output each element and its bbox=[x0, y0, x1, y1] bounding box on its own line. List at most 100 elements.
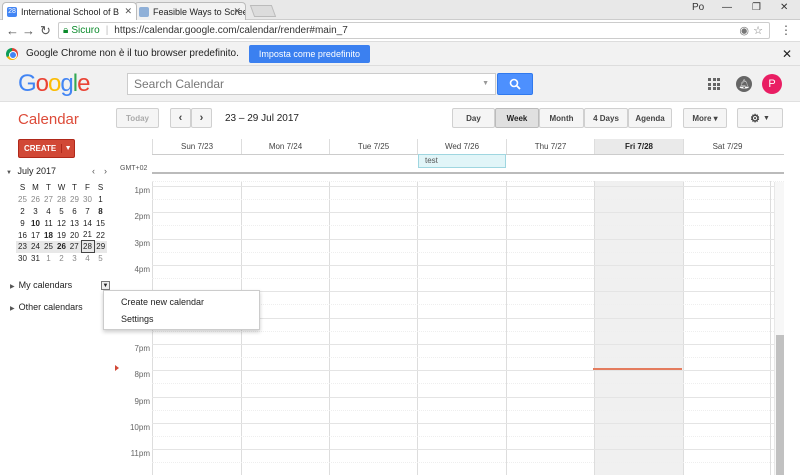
mini-day[interactable]: 31 bbox=[29, 253, 42, 265]
new-tab-button[interactable] bbox=[249, 5, 277, 17]
mini-day[interactable]: 28 bbox=[55, 194, 68, 206]
mini-day[interactable]: 27 bbox=[42, 194, 55, 206]
mini-day[interactable]: 16 bbox=[16, 229, 29, 241]
search-options-icon[interactable]: ▼ bbox=[482, 80, 489, 87]
view-week-button[interactable]: Week bbox=[495, 108, 539, 128]
mini-day[interactable]: 11 bbox=[42, 217, 55, 229]
mini-day[interactable]: 15 bbox=[94, 217, 107, 229]
google-logo[interactable]: Google bbox=[18, 70, 90, 98]
browser-tab-calendar[interactable]: 28 International School of B ✕ bbox=[2, 2, 137, 20]
day-header[interactable]: Mon 7/24 bbox=[241, 139, 329, 154]
view-day-button[interactable]: Day bbox=[452, 108, 495, 128]
my-calendars-menu-button[interactable]: ▼ bbox=[101, 281, 110, 290]
mini-day[interactable]: 5 bbox=[94, 253, 107, 265]
mini-day[interactable]: 26 bbox=[55, 240, 68, 253]
url-text: https://calendar.google.com/calendar/ren… bbox=[114, 25, 348, 36]
back-icon[interactable]: ← bbox=[6, 23, 19, 38]
mini-day[interactable]: 2 bbox=[55, 253, 68, 265]
mini-day[interactable]: 3 bbox=[29, 206, 42, 218]
mini-day[interactable]: 5 bbox=[55, 206, 68, 218]
set-default-button[interactable]: Imposta come predefinito bbox=[248, 44, 370, 63]
create-button[interactable]: CREATE ▼ bbox=[18, 139, 75, 158]
day-header[interactable]: Sat 7/29 bbox=[683, 139, 771, 154]
mini-day[interactable]: 30 bbox=[16, 253, 29, 265]
more-button[interactable]: More ▾ bbox=[683, 108, 727, 128]
address-bar[interactable]: 🔒︎ Sicuro | https://calendar.google.com/… bbox=[58, 22, 770, 39]
mini-day[interactable]: 27 bbox=[68, 240, 81, 253]
infobar-message: Google Chrome non è il tuo browser prede… bbox=[26, 48, 239, 59]
today-button[interactable]: Today bbox=[116, 108, 159, 128]
mini-day[interactable]: 13 bbox=[68, 217, 81, 229]
day-header[interactable]: Sun 7/23 bbox=[152, 139, 241, 154]
other-calendars-toggle[interactable]: ▶ Other calendars bbox=[10, 302, 83, 312]
mini-day[interactable]: 1 bbox=[42, 253, 55, 265]
prev-week-button[interactable]: ‹ bbox=[170, 108, 191, 128]
my-calendars-toggle[interactable]: ▶ My calendars bbox=[10, 280, 72, 290]
mini-day[interactable]: 2 bbox=[16, 206, 29, 218]
notifications-bell-icon[interactable]: 🔔︎ bbox=[736, 76, 752, 92]
minimize-icon[interactable]: — bbox=[722, 2, 732, 13]
day-header-today[interactable]: Fri 7/28 bbox=[594, 139, 683, 154]
browser-tab-feasible[interactable]: Feasible Ways to Screen ✕ bbox=[134, 2, 246, 20]
next-week-button[interactable]: › bbox=[191, 108, 212, 128]
mini-prev-icon[interactable]: ‹ bbox=[92, 166, 95, 176]
event-chip[interactable]: test bbox=[418, 154, 506, 168]
mini-day[interactable]: 18 bbox=[42, 229, 55, 241]
eye-icon[interactable]: ◉ bbox=[739, 24, 749, 37]
mini-day[interactable]: 29 bbox=[94, 240, 107, 253]
mini-day[interactable]: 30 bbox=[81, 194, 94, 206]
create-dropdown-icon[interactable]: ▼ bbox=[62, 145, 74, 152]
close-tab-icon[interactable]: ✕ bbox=[233, 6, 241, 17]
mini-day[interactable]: 22 bbox=[94, 229, 107, 241]
create-new-calendar-item[interactable]: Create new calendar bbox=[104, 294, 259, 311]
mini-day[interactable]: 24 bbox=[29, 240, 42, 253]
mini-day[interactable]: 12 bbox=[55, 217, 68, 229]
mini-day[interactable]: 25 bbox=[16, 194, 29, 206]
day-header[interactable]: Tue 7/25 bbox=[329, 139, 417, 154]
mini-day[interactable]: 4 bbox=[81, 253, 94, 265]
collapse-triangle-icon[interactable]: ▼ bbox=[6, 170, 12, 176]
day-header[interactable]: Thu 7/27 bbox=[506, 139, 594, 154]
mini-day[interactable]: 7 bbox=[81, 206, 94, 218]
close-tab-icon[interactable]: ✕ bbox=[124, 6, 132, 17]
scrollbar-thumb[interactable] bbox=[776, 335, 784, 475]
mini-day[interactable]: 29 bbox=[68, 194, 81, 206]
search-button[interactable] bbox=[497, 73, 533, 95]
apps-grid-icon[interactable] bbox=[708, 78, 720, 90]
chrome-menu-icon[interactable]: ⋮ bbox=[780, 23, 792, 37]
mini-day[interactable]: 25 bbox=[42, 240, 55, 253]
mini-day[interactable]: 23 bbox=[16, 240, 29, 253]
mini-day[interactable]: 20 bbox=[68, 229, 81, 241]
mini-day[interactable]: 9 bbox=[16, 217, 29, 229]
view-agenda-button[interactable]: Agenda bbox=[628, 108, 672, 128]
mini-next-icon[interactable]: › bbox=[104, 166, 107, 176]
mini-day[interactable]: 14 bbox=[81, 217, 94, 229]
day-header[interactable]: Wed 7/26 bbox=[417, 139, 506, 154]
settings-menu-item[interactable]: Settings bbox=[104, 311, 259, 328]
mini-day[interactable]: 26 bbox=[29, 194, 42, 206]
close-window-icon[interactable]: ✕ bbox=[780, 2, 788, 13]
mini-day[interactable]: 10 bbox=[29, 217, 42, 229]
mini-month-label[interactable]: July 2017 bbox=[17, 166, 56, 176]
maximize-icon[interactable]: ❐ bbox=[752, 2, 761, 13]
mini-day[interactable]: 19 bbox=[55, 229, 68, 241]
mini-day-today[interactable]: 28 bbox=[80, 240, 95, 254]
mini-day[interactable]: 4 bbox=[42, 206, 55, 218]
mini-day[interactable]: 3 bbox=[68, 253, 81, 265]
close-infobar-icon[interactable]: ✕ bbox=[782, 47, 792, 61]
mini-day[interactable]: 1 bbox=[94, 194, 107, 206]
forward-icon[interactable]: → bbox=[22, 23, 35, 38]
bookmark-star-icon[interactable]: ☆ bbox=[753, 24, 763, 37]
view-4days-button[interactable]: 4 Days bbox=[584, 108, 628, 128]
avatar[interactable]: P bbox=[762, 74, 782, 94]
search-input[interactable]: Search Calendar ▼ bbox=[127, 73, 496, 95]
view-month-button[interactable]: Month bbox=[539, 108, 584, 128]
mini-day[interactable]: 6 bbox=[68, 206, 81, 218]
reload-icon[interactable]: ↻ bbox=[40, 23, 51, 39]
vertical-scrollbar[interactable] bbox=[774, 182, 784, 475]
mini-day[interactable]: 21 bbox=[81, 229, 94, 241]
settings-button[interactable]: ⚙ ▼ bbox=[737, 108, 783, 128]
mini-day[interactable]: 8 bbox=[94, 206, 107, 218]
mini-day[interactable]: 17 bbox=[29, 229, 42, 241]
profile-label[interactable]: Po bbox=[692, 2, 704, 13]
